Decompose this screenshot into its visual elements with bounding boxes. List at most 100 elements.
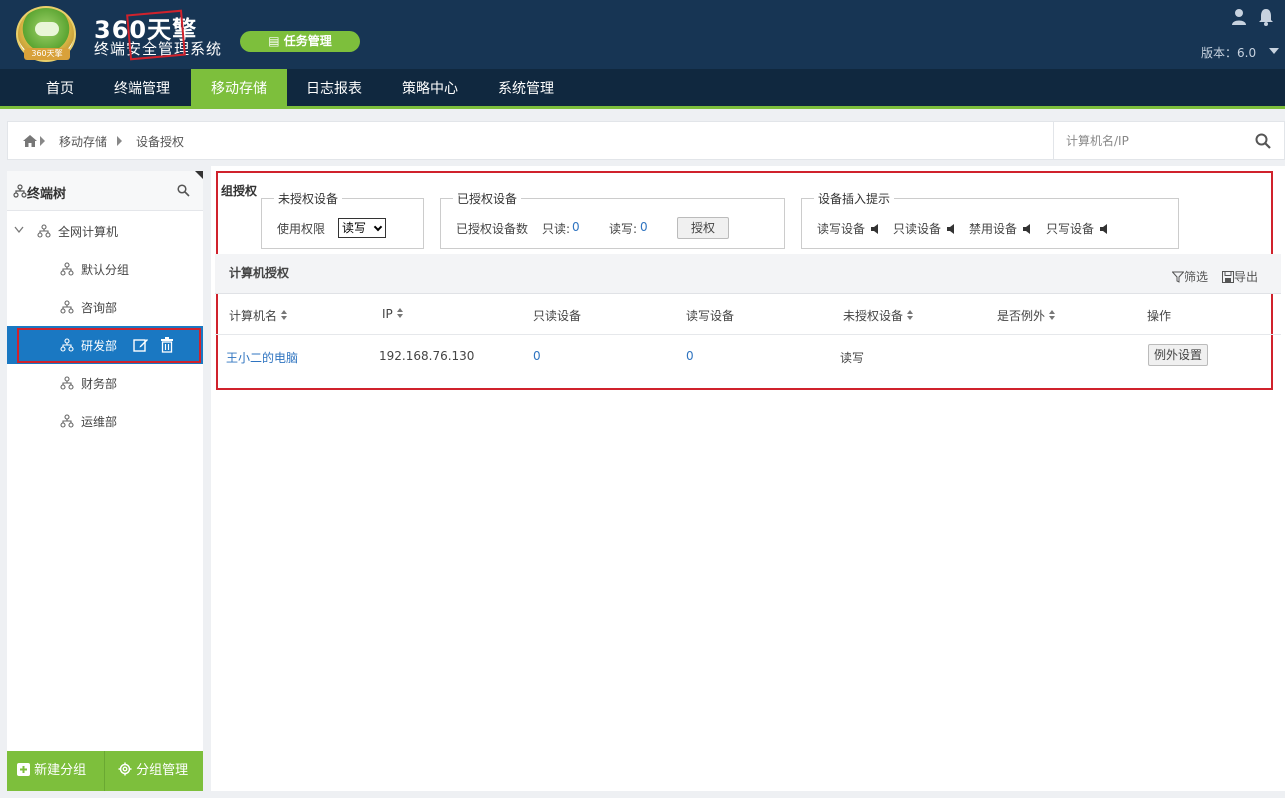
col-readwrite-devices: 读写设备 xyxy=(686,309,735,323)
permission-select[interactable]: 读写 xyxy=(338,218,386,238)
speaker-icon[interactable] xyxy=(947,224,955,234)
chevron-down-icon[interactable] xyxy=(14,226,24,234)
nav-system-management[interactable]: 系统管理 xyxy=(484,69,568,109)
hint-readwrite: 读写设备 xyxy=(817,220,879,237)
computer-auth-header: 计算机授权 筛选 导出 xyxy=(215,254,1281,294)
group-icon xyxy=(60,262,74,276)
breadcrumb-item-device-auth: 设备授权 xyxy=(136,135,185,149)
group-icon xyxy=(60,376,74,390)
col-readonly-devices: 只读设备 xyxy=(533,309,582,323)
nav-home[interactable]: 首页 xyxy=(30,69,90,109)
table-row: 王小二的电脑 192.168.76.130 0 0 读写 例外设置 xyxy=(215,336,1281,376)
readwrite-count-value[interactable]: 0 xyxy=(640,220,648,234)
search-box xyxy=(1053,122,1285,159)
logo-badge-text: 360天擎 xyxy=(24,48,70,60)
hint-readonly: 只读设备 xyxy=(893,220,955,237)
new-group-label: 新建分组 xyxy=(34,763,87,778)
breadcrumb-separator-icon xyxy=(117,136,122,146)
tree-item-consulting[interactable]: 咨询部 xyxy=(7,288,203,326)
tree-item-label: 默认分组 xyxy=(81,263,130,277)
collapse-corner-icon[interactable] xyxy=(195,171,203,179)
tree-item-label: 咨询部 xyxy=(81,301,118,315)
home-icon[interactable] xyxy=(23,135,37,147)
tree-icon xyxy=(13,184,27,198)
sidebar-header: 终端树 xyxy=(7,171,203,211)
tree-item-label: 运维部 xyxy=(81,415,118,429)
col-is-exception[interactable]: 是否例外 xyxy=(997,307,1056,324)
row-unauthorized: 读写 xyxy=(840,351,865,365)
manage-group-label: 分组管理 xyxy=(136,763,189,778)
user-icon[interactable] xyxy=(1231,8,1247,26)
search-input[interactable] xyxy=(1066,131,1246,151)
nav-log-reports[interactable]: 日志报表 xyxy=(292,69,376,109)
nav-policy-center[interactable]: 策略中心 xyxy=(388,69,472,109)
filter-button[interactable]: 筛选 xyxy=(1171,268,1209,285)
fieldset-legend: 未授权设备 xyxy=(278,192,339,206)
selection-highlight-frame xyxy=(17,328,201,363)
tree-item-label: 财务部 xyxy=(81,377,118,391)
group-icon xyxy=(60,414,74,428)
speaker-icon[interactable] xyxy=(871,224,879,234)
row-readwrite-count[interactable]: 0 xyxy=(686,349,694,363)
hint-label: 禁用设备 xyxy=(969,222,1018,236)
task-icon: ▤ xyxy=(268,34,280,48)
group-icon xyxy=(37,224,51,238)
breadcrumb: 移动存储 设备授权 xyxy=(7,121,1285,160)
nav-terminal-management[interactable]: 终端管理 xyxy=(100,69,184,109)
sort-icon[interactable] xyxy=(281,310,288,320)
tree-item-finance[interactable]: 财务部 xyxy=(7,364,203,402)
col-computer-name[interactable]: 计算机名 xyxy=(229,307,288,324)
hint-disabled: 禁用设备 xyxy=(969,220,1031,237)
version-label: 版本：6.0 xyxy=(1201,46,1257,60)
main-panel: 组授权 未授权设备 使用权限 读写 已授权设备 已授权设备数 只读: 0 读写:… xyxy=(211,166,1285,791)
version-dropdown-icon[interactable] xyxy=(1269,48,1279,54)
tree-item-ops[interactable]: 运维部 xyxy=(7,402,203,440)
device-insert-hint-fieldset: 设备插入提示 读写设备 只读设备 禁用设备 只写设备 xyxy=(801,190,1179,249)
hint-label: 只写设备 xyxy=(1046,222,1095,236)
export-label: 导出 xyxy=(1234,270,1259,284)
tree-item-label: 全网计算机 xyxy=(58,225,119,239)
task-management-button[interactable]: ▤ 任务管理 xyxy=(240,31,360,52)
speaker-icon[interactable] xyxy=(1023,224,1031,234)
readonly-count-value[interactable]: 0 xyxy=(572,220,580,234)
sort-icon[interactable] xyxy=(1049,310,1056,320)
filter-label: 筛选 xyxy=(1184,270,1209,284)
table-header: 计算机名 IP 只读设备 读写设备 未授权设备 是否例外 操作 xyxy=(215,295,1281,335)
group-auth-label: 组授权 xyxy=(221,184,258,198)
tree-item-all-computers[interactable]: 全网计算机 xyxy=(7,212,203,250)
speaker-icon[interactable] xyxy=(1100,224,1108,234)
row-readonly-count[interactable]: 0 xyxy=(533,349,541,363)
export-button[interactable]: 导出 xyxy=(1222,268,1258,285)
fieldset-legend: 设备插入提示 xyxy=(818,192,891,206)
notification-bell-icon[interactable] xyxy=(1258,8,1274,26)
nav-mobile-storage[interactable]: 移动存储 xyxy=(191,69,287,109)
app-header: 360天擎 360天擎 终端安全管理系统 ▤ 任务管理 版本：6.0 xyxy=(0,0,1285,69)
manage-group-button[interactable]: 分组管理 xyxy=(118,751,188,791)
authorized-count-label: 已授权设备数 xyxy=(456,222,529,236)
hint-label: 只读设备 xyxy=(893,222,942,236)
fieldset-legend: 已授权设备 xyxy=(457,192,518,206)
authorize-button[interactable]: 授权 xyxy=(677,217,729,239)
sort-icon[interactable] xyxy=(907,310,914,320)
sidebar-title: 终端树 xyxy=(27,187,67,202)
breadcrumb-separator-icon xyxy=(40,136,45,146)
sort-icon[interactable] xyxy=(396,308,403,318)
row-computer-name-link[interactable]: 王小二的电脑 xyxy=(226,349,298,366)
hint-writeonly: 只写设备 xyxy=(1046,220,1108,237)
filter-icon xyxy=(1171,271,1185,283)
breadcrumb-item-mobile-storage[interactable]: 移动存储 xyxy=(59,133,107,150)
gear-icon xyxy=(118,762,132,776)
permission-label: 使用权限 xyxy=(277,222,326,236)
search-icon[interactable] xyxy=(1255,133,1271,149)
computer-auth-title: 计算机授权 xyxy=(229,266,290,280)
col-actions: 操作 xyxy=(1147,309,1172,323)
col-unauthorized-devices[interactable]: 未授权设备 xyxy=(843,307,914,324)
exception-settings-button[interactable]: 例外设置 xyxy=(1148,344,1208,366)
new-group-button[interactable]: 新建分组 xyxy=(17,751,86,791)
task-management-label: 任务管理 xyxy=(283,34,332,48)
logo-stamp-mark xyxy=(126,9,186,61)
tree-item-default-group[interactable]: 默认分组 xyxy=(7,250,203,288)
col-ip[interactable]: IP xyxy=(382,307,403,321)
tree-search-icon[interactable] xyxy=(177,184,190,197)
readwrite-count-label: 读写: xyxy=(609,222,638,236)
